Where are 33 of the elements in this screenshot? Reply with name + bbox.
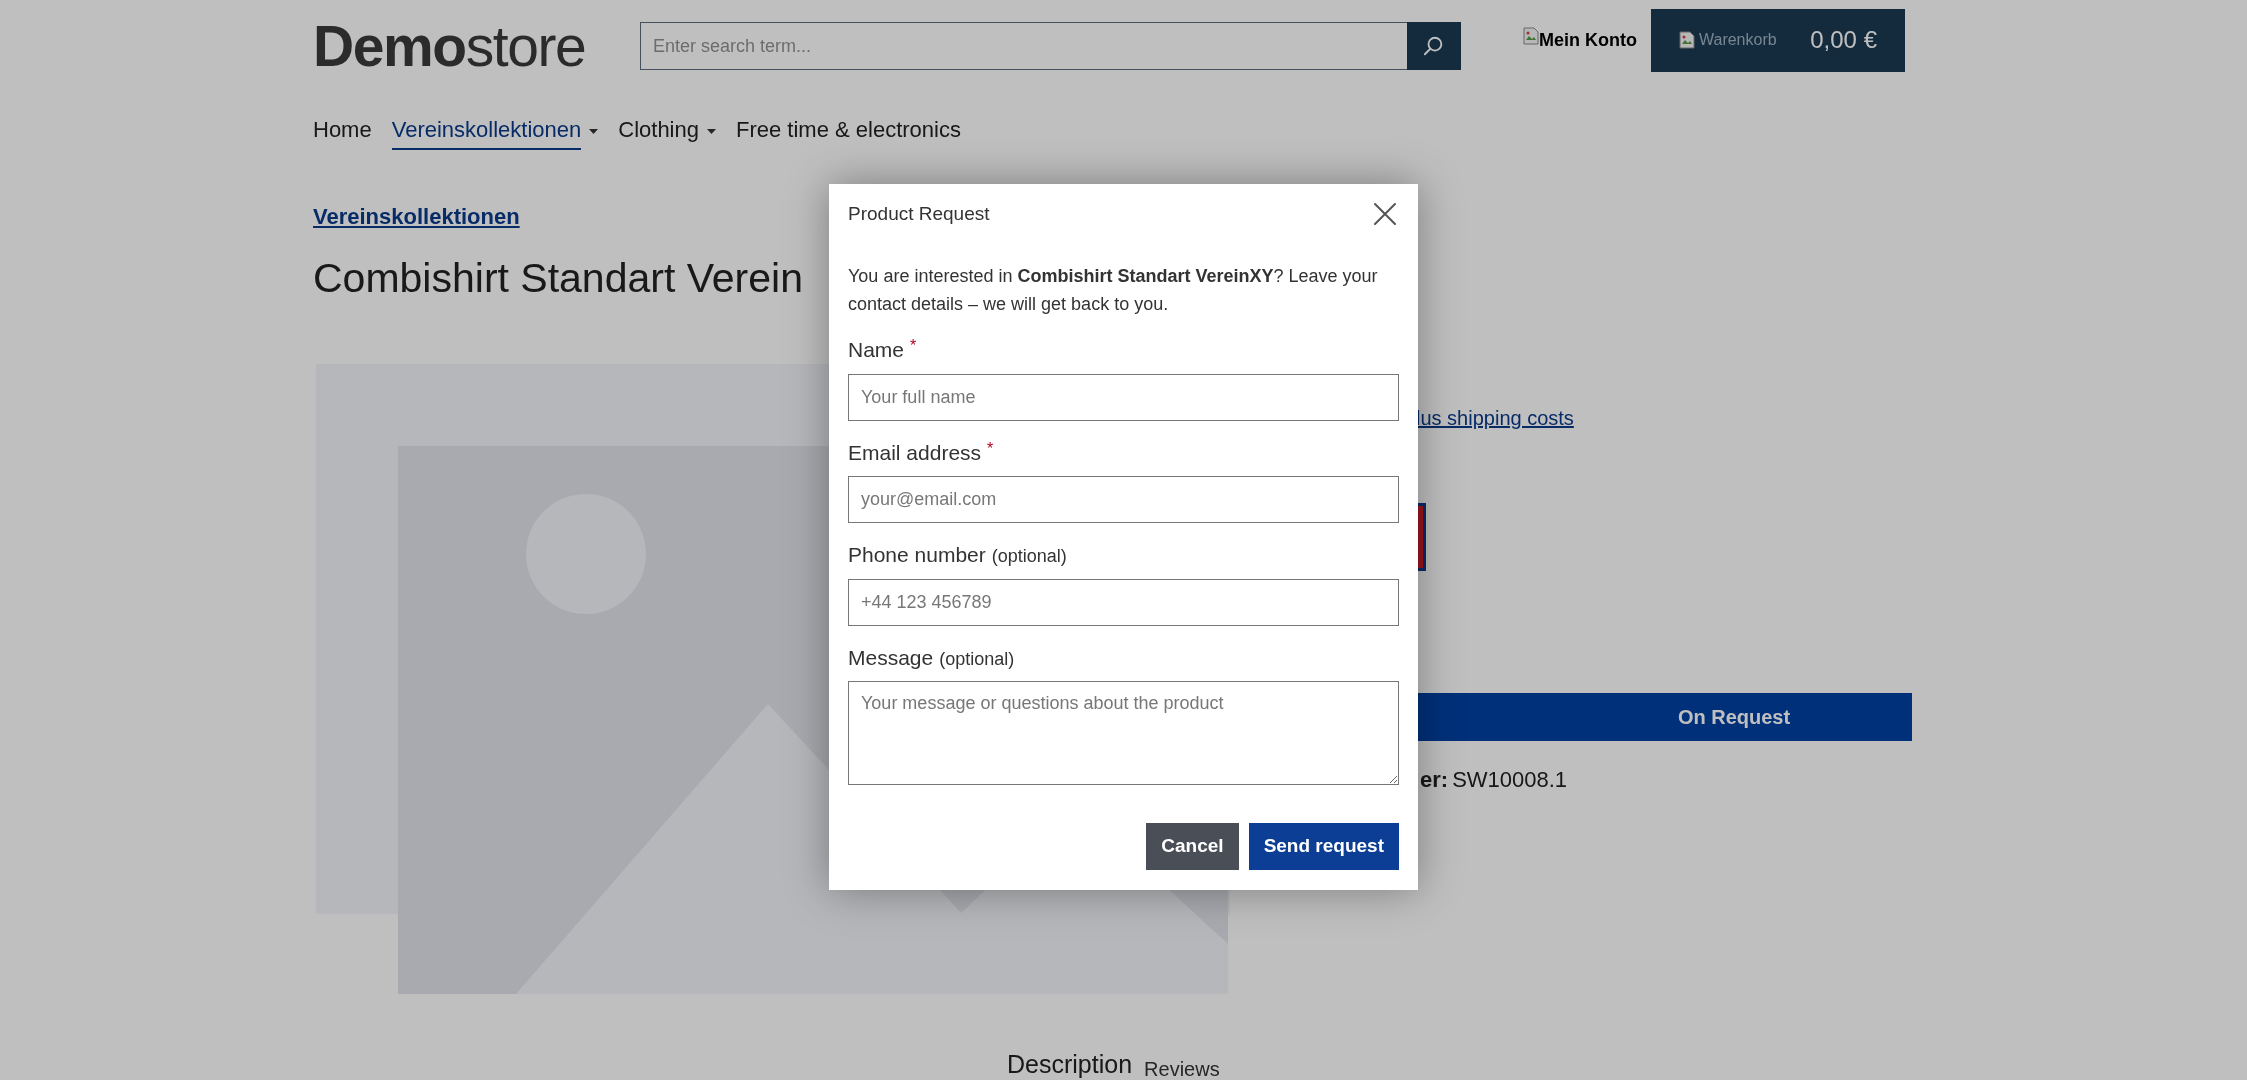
broken-image-icon [1523, 26, 1539, 45]
send-button[interactable]: Send request [1248, 823, 1399, 870]
order-number-label: er: [1420, 766, 1449, 794]
text-field[interactable]: +44 123 456789 [848, 578, 1399, 626]
field-label: Name * [848, 336, 917, 363]
cart-button[interactable]: Warenkorb 0,00 € [1651, 8, 1905, 72]
dialog-intro: You are interested in Combishirt Standart VereinXY? Leave your contact details – we will get back to you. [848, 265, 1379, 316]
product-title: Combishirt Standart Verein [313, 254, 803, 303]
store-logo[interactable]: Demostore [313, 17, 640, 75]
order-number: SW10008.1 [1452, 766, 1568, 794]
breadcrumb-link[interactable]: Vereinskollektionen [313, 200, 520, 233]
cancel-button[interactable]: Cancel [1146, 823, 1239, 870]
dialog-title: Product Request [848, 201, 990, 226]
account-link[interactable]: Mein Konto [1523, 26, 1637, 54]
close-button[interactable] [1371, 200, 1399, 228]
search-button[interactable] [1407, 22, 1461, 70]
field-label: Phone number (optional) [848, 542, 1067, 568]
message-field[interactable]: Your message or questions about the product [848, 681, 1399, 785]
nav-link[interactable]: Free time & electronics [736, 112, 961, 150]
close-icon [1373, 202, 1397, 226]
field-label: Email address * [848, 438, 994, 466]
product-tab[interactable]: Description [1007, 1046, 1133, 1080]
nav-link[interactable]: Vereinskollektionen [391, 112, 582, 150]
text-field[interactable]: your@email.com [848, 476, 1399, 523]
field-label: Message (optional) [848, 644, 1015, 671]
search-field[interactable]: Enter search term... [640, 22, 1407, 70]
nav-link[interactable]: Clothing [618, 112, 699, 150]
broken-image-icon [1679, 31, 1695, 49]
text-field[interactable]: Your full name [848, 373, 1399, 421]
search-icon [1423, 35, 1445, 57]
on-request-button[interactable]: On Request [1416, 693, 1912, 741]
nav-link[interactable]: Home [313, 112, 372, 150]
product-tab[interactable]: Reviews [1144, 1053, 1220, 1080]
